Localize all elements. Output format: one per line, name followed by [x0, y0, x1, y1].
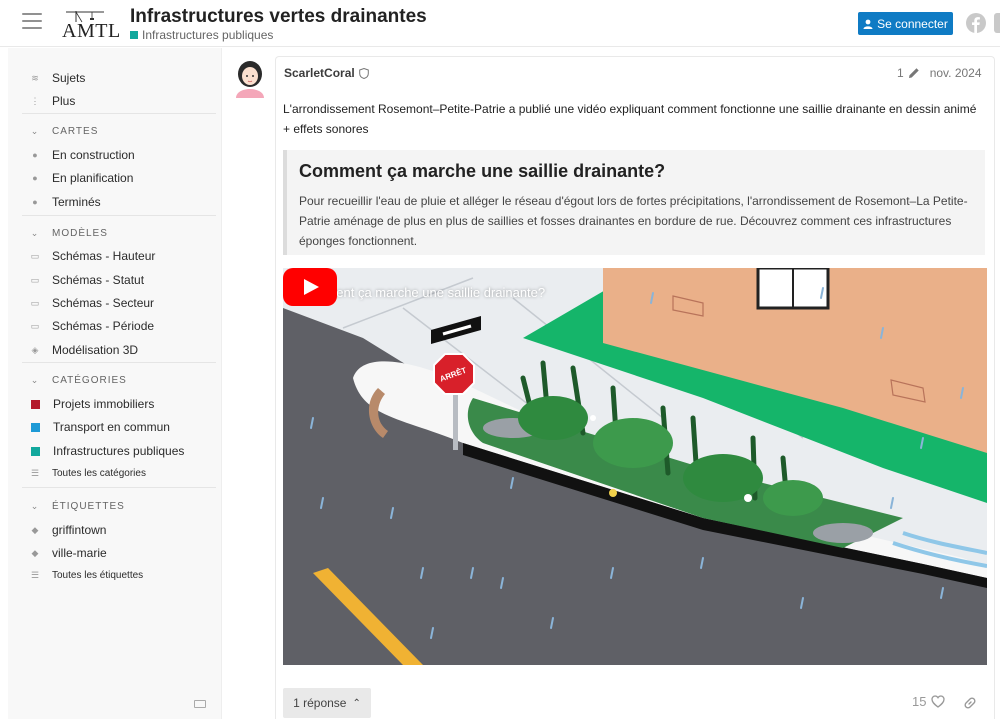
map-pin-icon: ●: [32, 150, 38, 160]
heart-icon: [931, 695, 946, 708]
post-author[interactable]: ScarletCoral: [284, 66, 369, 80]
list-icon: ☰: [30, 467, 40, 478]
pencil-icon[interactable]: [908, 67, 920, 79]
layers-icon: ≋: [31, 72, 39, 83]
chevron-up-icon: ⌃: [352, 697, 361, 709]
cube-icon: ◈: [31, 344, 39, 355]
sidebar-item-termines[interactable]: ● Terminés: [28, 193, 100, 211]
image-icon: ▭: [30, 297, 40, 308]
like-button[interactable]: 15: [912, 694, 946, 709]
site-header: AMTL Infrastructures vertes drainantes I…: [0, 0, 1000, 47]
sidebar-item-projets-immobiliers[interactable]: Projets immobiliers: [28, 395, 154, 413]
post-date[interactable]: nov. 2024: [930, 66, 982, 80]
shield-icon: [358, 67, 369, 79]
map-pin-icon: ●: [32, 197, 38, 207]
sidebar-divider: [22, 113, 216, 114]
sidebar-divider: [22, 215, 216, 216]
chat-icon[interactable]: [994, 13, 1000, 33]
video-thumbnail-illustration: ARRÊT: [283, 268, 987, 665]
link-preview-onebox[interactable]: Comment ça marche une saillie drainante?…: [283, 150, 985, 255]
sidebar-item-en-planification[interactable]: ● En planification: [28, 169, 133, 187]
sidebar-item-toutes-categories[interactable]: ☰ Toutes les catégories: [28, 464, 146, 482]
topic-title[interactable]: Infrastructures vertes drainantes: [130, 6, 427, 28]
onebox-description: Pour recueillir l'eau de pluie et allége…: [299, 194, 968, 248]
hamburger-menu-icon[interactable]: [22, 13, 42, 29]
category-color-square: [31, 399, 40, 409]
sidebar-item-toutes-etiquettes[interactable]: ☰ Toutes les étiquettes: [28, 566, 143, 584]
sidebar-item-griffintown[interactable]: ◆ griffintown: [28, 521, 107, 539]
sidebar-divider: [22, 487, 216, 488]
sidebar-section-cartes[interactable]: ⌄ CARTES: [28, 122, 98, 140]
user-icon: [863, 19, 873, 29]
tag-icon: ◆: [31, 524, 39, 535]
link-icon[interactable]: [963, 696, 977, 710]
sidebar-item-modelisation-3d[interactable]: ◈ Modélisation 3D: [28, 341, 139, 359]
image-icon: ▭: [30, 320, 40, 331]
chevron-down-icon: ⌄: [30, 500, 40, 511]
replies-toggle-button[interactable]: 1 réponse ⌃: [283, 688, 371, 718]
sidebar-item-en-construction[interactable]: ● En construction: [28, 146, 134, 164]
sidebar-item-transport-en-commun[interactable]: Transport en commun: [28, 418, 170, 436]
post-meta: 1 nov. 2024: [897, 66, 982, 80]
post-body: L'arrondissement Rosemont–Petite-Patrie …: [283, 102, 977, 136]
tag-icon: ◆: [31, 547, 39, 558]
chevron-down-icon: ⌄: [30, 227, 40, 238]
sidebar-item-schemas-secteur[interactable]: ▭ Schémas - Secteur: [28, 294, 154, 312]
keyboard-shortcuts-icon[interactable]: [194, 700, 206, 708]
topic-category-label: Infrastructures publiques: [142, 28, 274, 42]
login-button[interactable]: Se connecter: [858, 12, 953, 35]
image-icon: ▭: [30, 250, 40, 261]
sidebar-item-infrastructures-publiques[interactable]: Infrastructures publiques: [28, 442, 184, 460]
sidebar-item-ville-marie[interactable]: ◆ ville-marie: [28, 544, 107, 562]
like-count: 15: [912, 694, 927, 709]
onebox-title[interactable]: Comment ça marche une saillie drainante?: [299, 161, 665, 182]
chevron-down-icon: ⌄: [30, 374, 40, 385]
list-icon: ☰: [30, 569, 40, 580]
sidebar-item-schemas-statut[interactable]: ▭ Schémas - Statut: [28, 271, 144, 289]
replies-count-label: 1 réponse: [293, 696, 347, 710]
youtube-play-icon[interactable]: [283, 268, 337, 306]
facebook-icon[interactable]: [966, 13, 986, 33]
site-logo[interactable]: AMTL: [62, 9, 120, 42]
topic-category-badge[interactable]: Infrastructures publiques: [130, 28, 273, 42]
sidebar: ≋ Sujets ⋮ Plus ⌄ CARTES ● En constructi…: [8, 48, 222, 719]
sidebar-item-sujets[interactable]: ≋ Sujets: [28, 69, 85, 87]
login-button-label: Se connecter: [877, 16, 948, 31]
sidebar-item-schemas-hauteur[interactable]: ▭ Schémas - Hauteur: [28, 247, 156, 265]
video-player[interactable]: ARRÊT Comment ça marche une saillie drai…: [283, 268, 987, 665]
sidebar-item-schemas-periode[interactable]: ▭ Schémas - Période: [28, 317, 154, 335]
image-icon: ▭: [30, 274, 40, 285]
category-color-square: [31, 422, 40, 432]
sidebar-section-etiquettes[interactable]: ⌄ ÉTIQUETTES: [28, 497, 125, 515]
category-color-square: [31, 446, 40, 456]
logo-text: AMTL: [62, 20, 121, 42]
more-icon: ⋮: [30, 95, 40, 106]
map-pin-icon: ●: [32, 173, 38, 183]
sidebar-section-categories[interactable]: ⌄ CATÉGORIES: [28, 371, 127, 389]
category-color-square: [130, 31, 138, 39]
edit-count[interactable]: 1: [897, 66, 904, 80]
user-avatar[interactable]: [233, 58, 267, 100]
chevron-down-icon: ⌄: [30, 125, 40, 136]
sidebar-section-modeles[interactable]: ⌄ MODÈLES: [28, 224, 108, 242]
sidebar-divider: [22, 362, 216, 363]
sidebar-item-plus[interactable]: ⋮ Plus: [28, 92, 76, 110]
